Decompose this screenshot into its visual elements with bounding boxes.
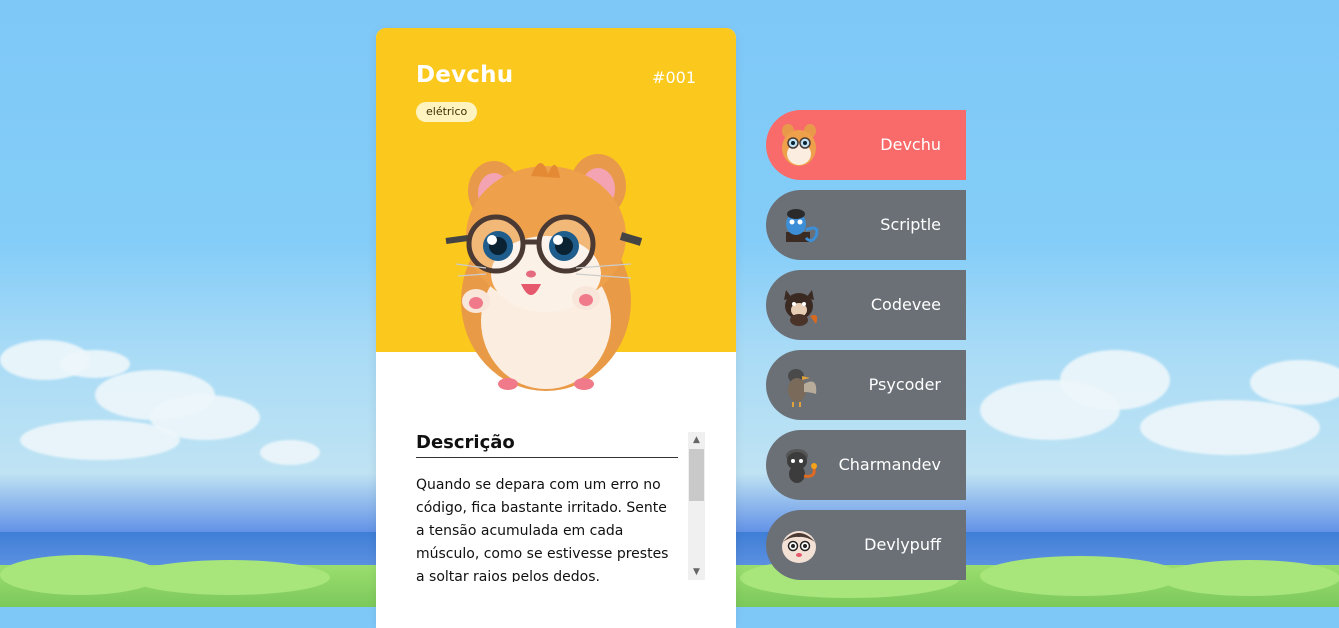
scroll-thumb[interactable]: [689, 449, 704, 501]
type-badge: elétrico: [416, 102, 478, 122]
pokemon-card: Devchu #001 elétrico Descrição Quando se…: [376, 28, 736, 628]
description-panel[interactable]: Descrição Quando se depara com um erro n…: [416, 432, 706, 582]
description-title: Descrição: [416, 432, 678, 458]
list-item-scriptle[interactable]: Scriptle: [766, 190, 966, 260]
list-item-devlypuff[interactable]: Devlypuff: [766, 510, 966, 580]
list-item-codevee[interactable]: Codevee: [766, 270, 966, 340]
card-title: Devchu: [416, 62, 514, 88]
list-item-label: Devchu: [880, 135, 941, 154]
card-number: #001: [652, 68, 696, 87]
list-item-label: Psycoder: [868, 375, 941, 394]
hamster-with-glasses-icon: [445, 154, 643, 391]
puffball-icon: [782, 531, 816, 563]
scroll-down-icon[interactable]: ▼: [688, 564, 705, 580]
list-item-label: Codevee: [870, 295, 941, 314]
list-item-label: Charmandev: [838, 455, 941, 474]
list-item-label: Scriptle: [880, 215, 941, 234]
scroll-up-icon[interactable]: ▲: [688, 432, 705, 448]
description-scrollbar[interactable]: ▲ ▼: [688, 432, 705, 580]
blue-creature-icon: [786, 209, 819, 243]
lizard-icon: [786, 449, 817, 483]
description-text: Quando se depara com um erro no código, …: [416, 477, 669, 582]
list-item-psycoder[interactable]: Psycoder: [766, 350, 966, 420]
list-item-devchu[interactable]: Devchu: [766, 110, 966, 180]
bird-icon: [788, 369, 817, 407]
list-item-label: Devlypuff: [864, 535, 941, 554]
dark-fox-icon: [784, 290, 818, 326]
list-item-charmandev[interactable]: Charmandev: [766, 430, 966, 500]
pokemon-list: Devchu Scriptle Codevee Psycoder Charman…: [766, 110, 966, 590]
hamster-icon: [782, 124, 816, 166]
